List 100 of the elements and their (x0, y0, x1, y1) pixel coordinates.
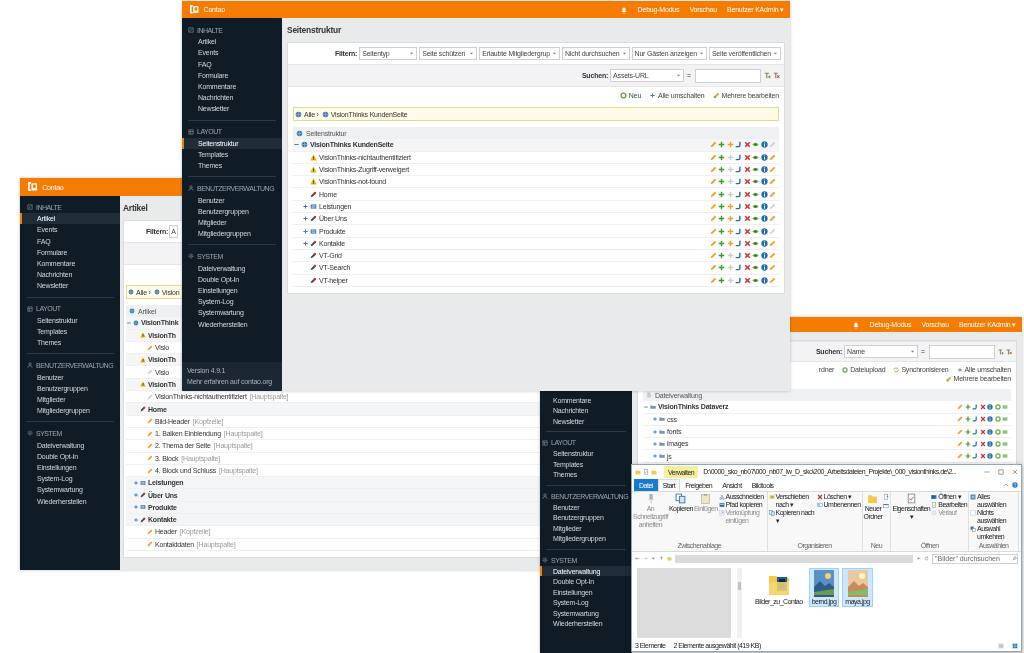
eye-icon[interactable] (752, 153, 759, 161)
equals-icon[interactable] (1002, 453, 1008, 460)
add-icon[interactable] (964, 403, 971, 410)
circle-icon[interactable] (994, 440, 1001, 447)
circle-icon[interactable] (994, 453, 1001, 460)
info-icon[interactable] (760, 178, 768, 186)
delete-icon[interactable] (743, 276, 751, 284)
back-icon[interactable] (635, 556, 640, 561)
delete-icon[interactable] (743, 215, 751, 223)
info-icon[interactable] (987, 453, 993, 460)
add-icon[interactable] (718, 153, 725, 161)
info-icon[interactable] (760, 227, 768, 235)
info-icon[interactable] (760, 239, 768, 247)
add-icon[interactable] (718, 190, 725, 198)
info-icon[interactable] (760, 276, 768, 284)
eye-icon[interactable] (752, 202, 759, 210)
plus-icon[interactable] (302, 202, 309, 210)
info-icon[interactable] (987, 428, 993, 435)
delete-icon[interactable] (979, 440, 986, 447)
info-icon[interactable] (760, 252, 768, 260)
caret-icon[interactable] (916, 556, 921, 561)
window-icon[interactable] (883, 503, 890, 509)
chevron-up-icon[interactable] (1003, 482, 1009, 488)
bell-icon[interactable] (851, 320, 860, 329)
eye-icon[interactable] (752, 178, 759, 186)
plus-icon[interactable] (302, 227, 309, 235)
add-icon[interactable] (718, 141, 725, 149)
search-input[interactable] (929, 344, 995, 359)
add-icon[interactable] (964, 453, 971, 460)
add-icon[interactable] (718, 215, 725, 223)
add-icon[interactable] (718, 178, 725, 186)
delete-icon[interactable] (743, 153, 751, 161)
up-icon[interactable] (659, 556, 664, 561)
filter-remove-icon[interactable] (1006, 348, 1012, 355)
delete-icon[interactable] (743, 264, 751, 272)
delete-icon[interactable] (743, 166, 751, 174)
add-icon[interactable] (964, 416, 971, 423)
properties-icon[interactable] (643, 469, 649, 475)
bell-icon[interactable] (619, 5, 628, 14)
search-input[interactable] (695, 68, 761, 83)
add-icon[interactable] (718, 276, 725, 284)
delete-icon[interactable] (743, 178, 751, 186)
delete-icon[interactable] (979, 403, 986, 410)
maximize-icon[interactable] (998, 469, 1004, 475)
add-icon[interactable] (718, 227, 725, 235)
folder-icon[interactable] (635, 469, 641, 475)
add-icon[interactable] (718, 202, 725, 210)
circle-icon[interactable] (994, 428, 1001, 435)
equals-icon[interactable] (1002, 428, 1008, 435)
equals-icon[interactable] (1002, 416, 1008, 423)
filter-add-icon[interactable] (764, 72, 771, 79)
info-icon[interactable] (760, 166, 768, 174)
info-icon[interactable] (760, 215, 768, 223)
filter-remove-icon[interactable] (773, 72, 780, 79)
equals-icon[interactable] (1002, 403, 1008, 410)
info-icon[interactable] (760, 190, 768, 198)
plus-icon[interactable] (302, 239, 309, 247)
scrollbar[interactable] (737, 568, 742, 638)
forward-icon[interactable] (643, 556, 648, 561)
eye-icon[interactable] (752, 190, 759, 198)
info-icon[interactable] (987, 440, 993, 447)
add-icon[interactable] (718, 166, 725, 174)
eye-icon[interactable] (752, 239, 759, 247)
delete-icon[interactable] (743, 141, 751, 149)
delete-icon[interactable] (743, 202, 751, 210)
equals-icon[interactable] (1002, 440, 1008, 447)
info-icon[interactable] (760, 264, 768, 272)
eye-icon[interactable] (752, 166, 759, 174)
tiles-view-icon[interactable] (1012, 642, 1018, 649)
help-icon[interactable] (1012, 482, 1018, 488)
close-icon[interactable] (1012, 469, 1018, 475)
delete-icon[interactable] (743, 252, 751, 260)
plus-icon[interactable] (302, 215, 309, 223)
add-icon[interactable] (964, 440, 971, 447)
delete-icon[interactable] (743, 190, 751, 198)
eye-icon[interactable] (752, 264, 759, 272)
circle-icon[interactable] (994, 416, 1001, 423)
refresh-icon[interactable] (924, 556, 929, 561)
caret-icon[interactable] (651, 556, 656, 561)
document-icon[interactable] (883, 494, 890, 500)
add-icon[interactable] (718, 252, 725, 260)
info-icon[interactable] (760, 153, 768, 161)
eye-icon[interactable] (752, 141, 759, 149)
info-icon[interactable] (760, 141, 768, 149)
delete-icon[interactable] (979, 416, 986, 423)
eye-icon[interactable] (752, 215, 759, 223)
info-icon[interactable] (987, 416, 993, 423)
eye-icon[interactable] (752, 252, 759, 260)
add-icon[interactable] (964, 428, 971, 435)
add-icon[interactable] (718, 239, 725, 247)
delete-icon[interactable] (979, 453, 986, 460)
circle-icon[interactable] (994, 403, 1001, 410)
filter-add-icon[interactable] (998, 348, 1004, 355)
eye-icon[interactable] (752, 276, 759, 284)
info-icon[interactable] (760, 202, 768, 210)
delete-icon[interactable] (743, 227, 751, 235)
eye-icon[interactable] (752, 227, 759, 235)
delete-icon[interactable] (743, 239, 751, 247)
info-icon[interactable] (987, 403, 993, 410)
details-view-icon[interactable] (998, 642, 1004, 649)
